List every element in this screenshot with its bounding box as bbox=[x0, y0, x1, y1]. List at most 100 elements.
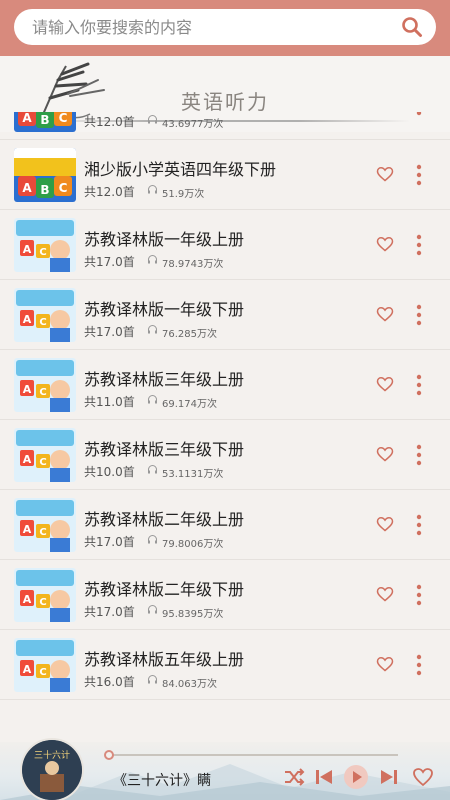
svg-text:C: C bbox=[59, 181, 68, 195]
album-cover-image[interactable]: AC bbox=[14, 288, 76, 342]
play-count: 69.174万次 bbox=[162, 399, 217, 410]
album-list[interactable]: ABC湘少版小学英语四年级上册共12.0首43.6977万次ABC湘少版小学英语… bbox=[0, 112, 450, 742]
album-title: 苏教译林版二年级下册 bbox=[84, 580, 245, 599]
svg-text:C: C bbox=[39, 597, 46, 608]
album-title: 苏教译林版五年级上册 bbox=[84, 650, 245, 669]
play-count: 43.6977万次 bbox=[162, 119, 224, 130]
track-count: 共17.0首 bbox=[84, 325, 135, 339]
list-item[interactable]: A C 苏教译林版三年级下册 共10.0首 53.1131万次 bbox=[0, 420, 450, 490]
track-count: 共17.0首 bbox=[84, 535, 135, 549]
favorite-heart-icon[interactable] bbox=[376, 656, 394, 672]
album-cover-image[interactable]: ABC bbox=[14, 148, 76, 202]
album-title: 苏教译林版三年级下册 bbox=[84, 440, 245, 459]
player-cover-text: 三十六计 bbox=[34, 749, 70, 761]
svg-text:A: A bbox=[23, 523, 32, 536]
favorite-heart-icon[interactable] bbox=[376, 376, 394, 392]
page-title: 英语听力 bbox=[181, 90, 269, 114]
album-title: 湘少版小学英语四年级下册 bbox=[84, 160, 277, 179]
top-bar bbox=[0, 0, 450, 56]
headphone-icon bbox=[148, 675, 157, 684]
track-count: 共10.0首 bbox=[84, 465, 135, 479]
list-item[interactable]: A C 苏教译林版五年级上册共16.0首 84.063万次 bbox=[0, 630, 450, 700]
play-count: 78.9743万次 bbox=[162, 259, 224, 270]
headphone-icon bbox=[148, 185, 157, 194]
more-options-icon[interactable] bbox=[414, 514, 424, 536]
play-count: 51.9万次 bbox=[162, 189, 205, 200]
shuffle-icon[interactable] bbox=[283, 766, 305, 788]
more-options-icon[interactable] bbox=[414, 444, 424, 466]
player-track-title: 《三十六计》瞒 bbox=[113, 773, 211, 789]
progress-thumb[interactable] bbox=[104, 750, 114, 760]
list-item[interactable]: A B C 湘少版小学英语四年级下册共12.0首 51.9万次 bbox=[0, 140, 450, 210]
svg-text:C: C bbox=[39, 247, 46, 258]
album-cover-image[interactable]: AC bbox=[14, 218, 76, 272]
headphone-icon bbox=[148, 535, 157, 544]
search-input[interactable] bbox=[32, 17, 400, 37]
svg-text:A: A bbox=[23, 383, 32, 396]
list-item[interactable]: A C 苏教译林版一年级下册共17.0首 76.285万次 bbox=[0, 280, 450, 350]
svg-text:C: C bbox=[39, 667, 46, 678]
track-count: 共17.0首 bbox=[84, 255, 135, 269]
album-cover-image[interactable]: ABC bbox=[14, 112, 76, 132]
album-title: 苏教译林版二年级上册 bbox=[84, 510, 245, 529]
svg-text:A: A bbox=[23, 663, 32, 676]
play-icon[interactable] bbox=[343, 764, 369, 790]
more-options-icon[interactable] bbox=[414, 304, 424, 326]
album-cover-image[interactable]: AC bbox=[14, 498, 76, 552]
play-count: 84.063万次 bbox=[162, 679, 217, 690]
more-options-icon[interactable] bbox=[414, 374, 424, 396]
play-count: 76.285万次 bbox=[162, 329, 217, 340]
more-options-icon[interactable] bbox=[414, 654, 424, 676]
favorite-heart-icon[interactable] bbox=[376, 446, 394, 462]
previous-icon[interactable] bbox=[313, 766, 335, 788]
list-item[interactable]: A C 苏教译林版一年级上册 共17.0首 78.9743万次 bbox=[0, 210, 450, 280]
headphone-icon bbox=[148, 255, 157, 264]
more-options-icon[interactable] bbox=[414, 584, 424, 606]
progress-track[interactable] bbox=[108, 754, 398, 756]
favorite-heart-icon[interactable] bbox=[412, 766, 434, 788]
list-item[interactable]: A C 苏教译林版三年级上册共11.0首 69.174万次 bbox=[0, 350, 450, 420]
headphone-icon bbox=[148, 395, 157, 404]
search-icon[interactable] bbox=[400, 15, 424, 39]
album-cover-image[interactable]: AC bbox=[14, 568, 76, 622]
play-count: 95.8395万次 bbox=[162, 609, 224, 620]
track-count: 共12.0首 bbox=[84, 185, 135, 199]
favorite-heart-icon[interactable] bbox=[376, 516, 394, 532]
headphone-icon bbox=[148, 605, 157, 614]
list-item[interactable]: A C 苏教译林版二年级上册共17.0首 79.8006万次 bbox=[0, 490, 450, 560]
svg-text:C: C bbox=[39, 387, 46, 398]
favorite-heart-icon[interactable] bbox=[376, 586, 394, 602]
headphone-icon bbox=[148, 325, 157, 334]
album-cover-image[interactable]: AC bbox=[14, 638, 76, 692]
svg-text:C: C bbox=[59, 112, 68, 125]
favorite-heart-icon[interactable] bbox=[376, 306, 394, 322]
svg-text:A: A bbox=[22, 181, 32, 195]
favorite-heart-icon[interactable] bbox=[376, 166, 394, 182]
favorite-heart-icon[interactable] bbox=[376, 236, 394, 252]
album-cover-image[interactable]: AC bbox=[14, 428, 76, 482]
track-count: 共16.0首 bbox=[84, 675, 135, 689]
svg-text:A: A bbox=[22, 112, 32, 125]
list-item[interactable]: ABC湘少版小学英语四年级上册共12.0首43.6977万次 bbox=[0, 112, 450, 140]
more-options-icon[interactable] bbox=[414, 164, 424, 186]
list-item[interactable]: A C 苏教译林版二年级下册共17.0首 95.8395万次 bbox=[0, 560, 450, 630]
more-options-icon[interactable] bbox=[414, 112, 424, 116]
svg-text:A: A bbox=[23, 593, 32, 606]
album-title: 苏教译林版三年级上册 bbox=[84, 370, 245, 389]
track-count: 共12.0首 bbox=[84, 115, 135, 129]
svg-text:A: A bbox=[23, 453, 32, 466]
player-cover-image[interactable]: 三十六计 bbox=[20, 738, 84, 800]
mini-player: 三十六计 《三十六计》瞒 bbox=[0, 738, 450, 800]
play-count: 79.8006万次 bbox=[162, 539, 224, 550]
svg-text:C: C bbox=[39, 457, 46, 468]
headphone-icon bbox=[148, 465, 157, 474]
track-count: 共17.0首 bbox=[84, 605, 135, 619]
search-box[interactable] bbox=[14, 9, 436, 45]
album-cover-image[interactable]: AC bbox=[14, 358, 76, 412]
svg-text:B: B bbox=[40, 113, 49, 127]
next-icon[interactable] bbox=[378, 766, 400, 788]
svg-text:A: A bbox=[23, 243, 32, 256]
track-count: 共11.0首 bbox=[84, 395, 135, 409]
album-title: 苏教译林版一年级下册 bbox=[84, 300, 245, 319]
more-options-icon[interactable] bbox=[414, 234, 424, 256]
